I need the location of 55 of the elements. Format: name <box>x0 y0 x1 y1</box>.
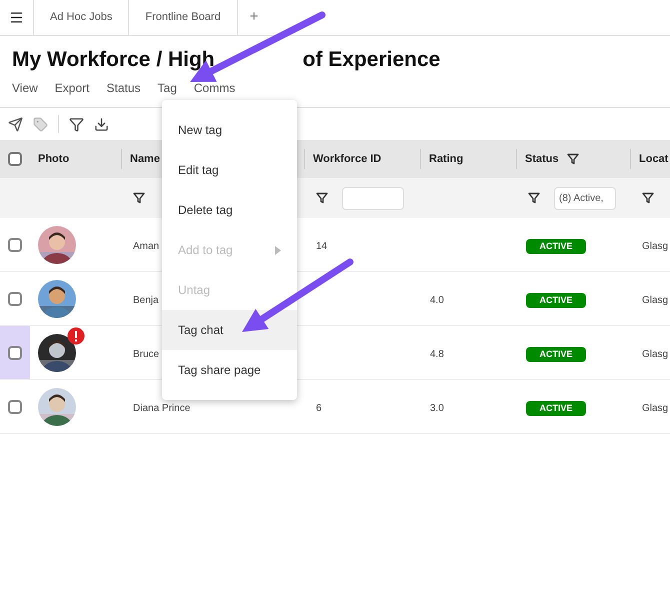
checkbox[interactable] <box>8 292 22 306</box>
menu-icon <box>9 10 24 25</box>
filter-icon[interactable] <box>566 153 579 165</box>
menu-item[interactable]: Tag <box>158 78 177 98</box>
table-cell: Bruce <box>133 348 160 360</box>
menu-item[interactable]: Export <box>54 78 90 98</box>
menu-item[interactable]: Status <box>106 78 141 98</box>
menu-item[interactable]: Comms <box>194 78 236 98</box>
send-icon[interactable] <box>8 116 23 132</box>
submenu-arrow-icon <box>275 246 281 254</box>
checkbox[interactable] <box>8 400 22 414</box>
menu-item[interactable]: Edit tag <box>162 150 297 190</box>
table-cell: 6 <box>316 402 322 414</box>
column-header[interactable]: Status <box>525 150 559 168</box>
filter-field[interactable]: (8) Active, <box>554 186 616 210</box>
page-title: My Workforce / High <box>12 47 215 73</box>
table-cell: 4.8 <box>430 348 444 360</box>
column-header[interactable]: Workforce ID <box>313 150 382 168</box>
table-cell: Glasg <box>642 294 668 306</box>
menu-item[interactable]: Tag share page <box>162 350 297 390</box>
table-cell: Benja <box>133 294 159 306</box>
add-tab-button[interactable]: + <box>238 0 270 35</box>
table-cell: Glasg <box>642 402 668 414</box>
filter-icon[interactable] <box>316 192 328 204</box>
tab[interactable]: Ad Hoc Jobs <box>34 0 130 35</box>
filter-field[interactable] <box>342 186 404 210</box>
menu-item[interactable]: Tag chat <box>162 310 297 350</box>
table-cell: Glasg <box>642 348 668 360</box>
table-cell: 3.0 <box>430 402 444 414</box>
table-cell: Glasg <box>642 240 668 252</box>
table-cell: 4.0 <box>430 294 444 306</box>
column-header[interactable]: Locat <box>639 150 668 168</box>
column-header[interactable]: Name <box>130 150 160 168</box>
checkbox[interactable] <box>8 238 22 252</box>
table-cell: Diana Prince <box>133 402 190 414</box>
filter-icon[interactable] <box>642 192 654 204</box>
column-header[interactable]: Photo <box>38 150 70 168</box>
menu-item[interactable]: New tag <box>162 110 297 150</box>
checkbox[interactable] <box>8 152 22 166</box>
status-badge: ACTIVE <box>526 346 586 362</box>
column-header[interactable]: Rating <box>429 150 464 168</box>
filter-icon[interactable] <box>69 116 84 132</box>
menu-item[interactable]: View <box>12 78 38 98</box>
table-cell: Aman <box>133 240 160 252</box>
table-cell: 14 <box>316 240 328 252</box>
page-title: of Experience <box>302 47 440 73</box>
tab[interactable]: Frontline Board <box>129 0 238 35</box>
status-badge: ACTIVE <box>526 400 586 416</box>
menu-item[interactable]: Delete tag <box>162 190 297 230</box>
filter-icon[interactable] <box>528 192 540 204</box>
filter-icon[interactable] <box>133 192 145 204</box>
status-badge: ACTIVE <box>526 238 586 254</box>
status-badge: ACTIVE <box>526 292 586 308</box>
download-icon[interactable] <box>94 116 109 132</box>
checkbox[interactable] <box>8 346 22 360</box>
